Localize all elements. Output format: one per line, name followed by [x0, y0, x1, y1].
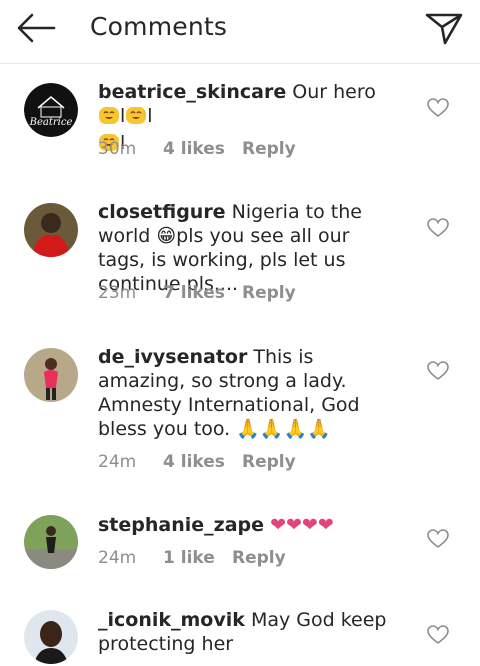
heart-icon[interactable] — [427, 529, 449, 549]
heart-icon[interactable] — [427, 361, 449, 381]
comment-text: stephanie_zape ❤❤❤❤ — [98, 513, 398, 537]
comment-likes[interactable]: 7 likes — [163, 283, 225, 303]
comment-likes[interactable]: 1 like — [163, 548, 215, 568]
heart-icon[interactable] — [427, 218, 449, 238]
comment-time: 30m — [98, 139, 137, 159]
comment-text: closetfigure Nigeria to the world 😁pls y… — [98, 200, 398, 296]
comment-text: de_ivysenator This is amazing, so strong… — [98, 345, 398, 441]
comment-username[interactable]: beatrice_skincare — [98, 81, 286, 103]
comment-time: 24m — [98, 452, 137, 472]
comment-body: ❤❤❤❤ — [270, 514, 334, 536]
avatar[interactable]: Beatrice — [24, 83, 78, 137]
reply-button[interactable]: Reply — [242, 452, 296, 472]
comment-username[interactable]: _iconik_movik — [98, 609, 245, 631]
comment-likes[interactable]: 4 likes — [163, 139, 225, 159]
comment-separator: l — [147, 105, 153, 127]
comments-header: Comments — [0, 0, 480, 64]
reply-button[interactable]: Reply — [232, 548, 286, 568]
avatar-logo-text: Beatrice — [29, 117, 73, 128]
heart-icon[interactable] — [427, 625, 449, 645]
comment-text: _iconik_movik May God keep protecting he… — [98, 608, 398, 656]
comment-body: Our hero — [292, 81, 376, 103]
reply-button[interactable]: Reply — [242, 139, 296, 159]
avatar[interactable] — [24, 610, 78, 664]
comment-time: 24m — [98, 548, 137, 568]
page-title: Comments — [90, 12, 228, 41]
smile-emoji-icon — [98, 105, 120, 131]
arrow-left-icon[interactable] — [16, 12, 56, 44]
reply-button[interactable]: Reply — [242, 283, 296, 303]
paper-plane-icon[interactable] — [424, 10, 464, 46]
comment-username[interactable]: stephanie_zape — [98, 514, 264, 536]
smile-emoji-icon — [125, 105, 147, 131]
comment-username[interactable]: closetfigure — [98, 201, 226, 223]
avatar[interactable] — [24, 348, 78, 402]
comment-username[interactable]: de_ivysenator — [98, 346, 247, 368]
avatar[interactable] — [24, 515, 78, 569]
avatar[interactable] — [24, 203, 78, 257]
comment-likes[interactable]: 4 likes — [163, 452, 225, 472]
comment-time: 23m — [98, 283, 137, 303]
heart-icon[interactable] — [427, 98, 449, 118]
